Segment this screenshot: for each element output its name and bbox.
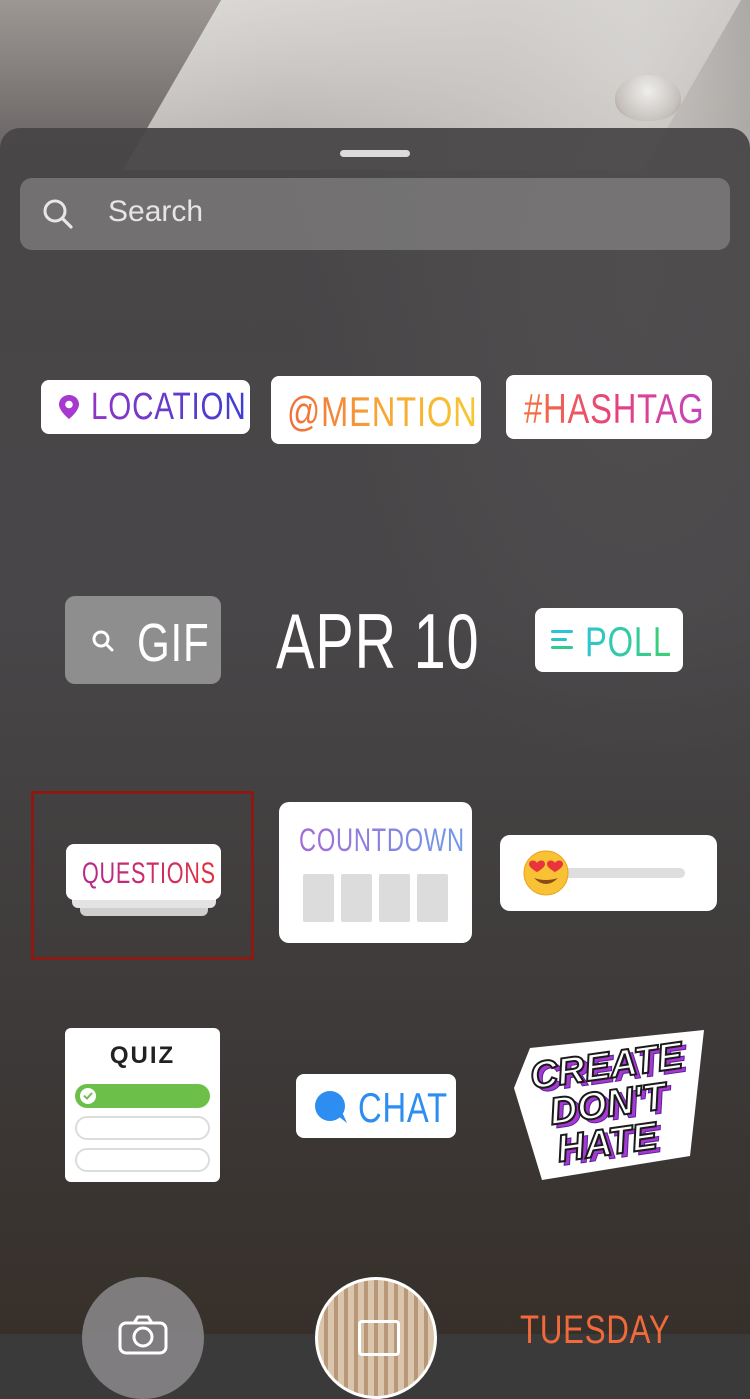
gif-label: GIF [137,613,210,673]
mention-label: @MENTION [287,388,478,435]
sticker-search-bar[interactable]: Search [20,178,730,250]
search-icon [42,198,74,230]
search-placeholder: Search [108,195,204,228]
background-smoke-detector [615,75,681,121]
quiz-correct-option [75,1084,210,1108]
location-sticker[interactable]: LOCATION [41,380,250,434]
date-sticker[interactable]: APR 10 [276,596,480,686]
sheet-drag-handle[interactable] [340,150,410,157]
emoji-slider-sticker[interactable] [500,835,717,911]
location-label: LOCATION [91,386,247,428]
poll-lines-icon [551,628,575,657]
countdown-digit-box [379,874,410,922]
photo-sticker[interactable] [315,1277,437,1399]
heart-eyes-emoji-icon [523,850,569,901]
date-label: APR 10 [276,597,480,685]
search-icon [91,629,115,658]
poll-label: POLL [585,618,672,665]
hashtag-sticker[interactable]: #HASHTAG [506,375,712,439]
chat-bubble-icon [314,1090,348,1129]
countdown-label: COUNTDOWN [299,822,465,858]
quiz-option [75,1116,210,1140]
hashtag-label: #HASHTAG [524,385,705,432]
mention-sticker[interactable]: @MENTION [271,376,481,444]
day-label: TUESDAY [520,1308,671,1352]
create-dont-hate-graphic: CREATE CREATE DON'T DON'T HATE HATE [514,1030,704,1180]
quiz-option [75,1148,210,1172]
create-dont-hate-sticker[interactable]: CREATE CREATE DON'T DON'T HATE HATE [512,1028,708,1183]
countdown-digit-box [303,874,334,922]
location-pin-icon [58,394,80,425]
checkmark-icon [80,1088,96,1109]
countdown-sticker[interactable]: COUNTDOWN [279,802,472,943]
countdown-digit-box [341,874,372,922]
quiz-label: QUIZ [109,1042,176,1069]
chat-label: CHAT [358,1084,448,1131]
quiz-sticker[interactable]: QUIZ [65,1028,220,1182]
camera-icon [118,1315,168,1359]
selection-highlight [31,791,254,960]
gif-sticker[interactable]: GIF [65,596,221,684]
chat-sticker[interactable]: CHAT [296,1074,456,1138]
poll-sticker[interactable]: POLL [535,608,683,672]
photo-frame-icon [358,1320,400,1356]
countdown-digit-box [417,874,448,922]
day-sticker[interactable]: TUESDAY [520,1308,700,1352]
camera-sticker[interactable] [82,1277,204,1399]
